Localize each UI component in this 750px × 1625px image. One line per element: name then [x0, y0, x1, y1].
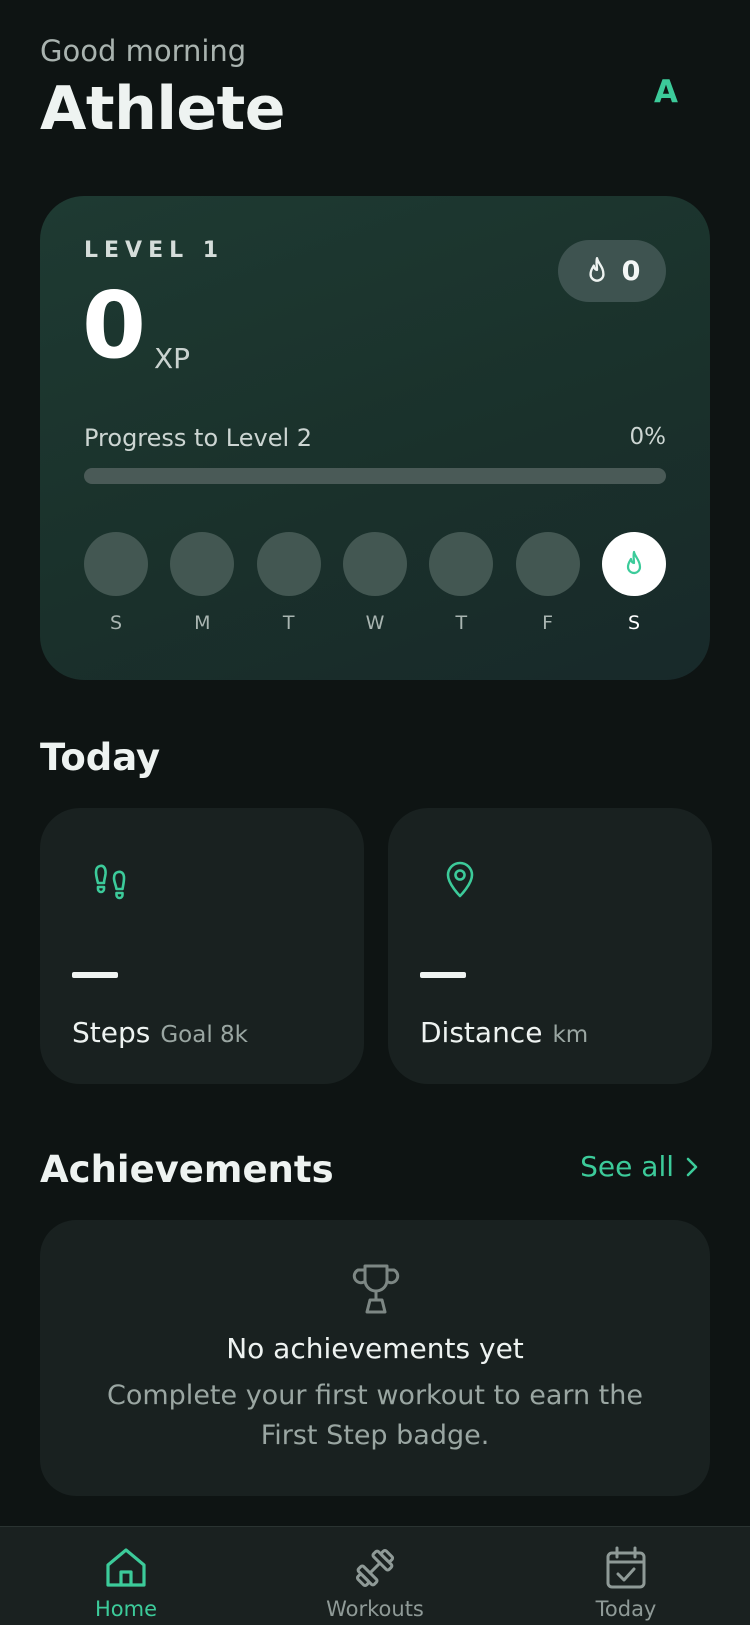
trophy-icon: [352, 1264, 400, 1314]
avatar[interactable]: A: [636, 68, 696, 116]
bottom-tab-bar: Home Workouts Today: [0, 1526, 750, 1625]
day-letter: T: [455, 612, 468, 634]
day-dot: [429, 532, 494, 596]
achievements-section-title: Achievements: [40, 1148, 334, 1191]
steps-card[interactable]: Steps Goal 8k: [40, 808, 364, 1084]
achievements-empty-card: No achievements yet Complete your first …: [40, 1220, 710, 1496]
flame-icon: [588, 256, 605, 282]
day-letter: T: [282, 612, 295, 634]
footsteps-icon: [94, 864, 126, 900]
day-streak-4: T: [429, 532, 494, 634]
achievements-empty-description: Complete your first workout to earn the …: [107, 1380, 643, 1451]
streak-badge[interactable]: 0: [558, 240, 666, 302]
tab-home[interactable]: Home: [26, 1527, 226, 1621]
steps-label: Steps: [72, 1016, 151, 1049]
day-streak-3: W: [342, 532, 407, 634]
xp-value: 0: [82, 272, 147, 379]
day-dot: [170, 532, 235, 596]
dumbbell-icon: [355, 1548, 395, 1588]
level-card: LEVEL 1 0 XP 0 Progress to Level 2 0% S M…: [40, 196, 710, 680]
day-streak-1: M: [170, 532, 235, 634]
chevron-right-icon: [686, 1157, 698, 1176]
distance-card[interactable]: Distance km: [388, 808, 712, 1084]
greeting-text: Good morning: [40, 34, 247, 68]
day-dot: [515, 532, 580, 596]
day-letter: M: [194, 612, 211, 634]
day-letter: S: [109, 612, 123, 634]
progress-bar: [84, 468, 666, 484]
day-dot: [601, 532, 666, 596]
week-streak-row: SMTWTFS: [84, 532, 666, 634]
user-name: Athlete: [40, 74, 285, 144]
distance-unit: km: [552, 1022, 589, 1048]
streak-count: 0: [621, 255, 641, 287]
today-section-title: Today: [40, 736, 161, 779]
distance-label: Distance: [420, 1016, 543, 1049]
xp-unit: XP: [154, 342, 191, 375]
steps-value-empty: [72, 972, 118, 978]
location-pin-icon: [446, 861, 474, 898]
tab-workouts[interactable]: Workouts: [275, 1527, 475, 1621]
distance-value-empty: [420, 972, 466, 978]
tab-today-label: Today: [595, 1597, 657, 1621]
level-label: LEVEL 1: [84, 238, 225, 263]
day-letter: S: [627, 612, 640, 634]
day-dot: [84, 532, 148, 596]
tab-today[interactable]: Today: [526, 1527, 726, 1621]
day-dot: [256, 532, 321, 596]
calendar-check-icon: [606, 1546, 646, 1589]
progress-percent: 0%: [629, 424, 667, 450]
day-streak-0: S: [84, 532, 148, 634]
tab-workouts-label: Workouts: [326, 1597, 424, 1621]
day-streak-2: T: [256, 532, 321, 634]
steps-goal: Goal 8k: [160, 1022, 248, 1048]
day-letter: W: [365, 612, 385, 634]
see-all-link[interactable]: See all: [580, 1150, 700, 1183]
day-dot: [342, 532, 407, 596]
day-streak-6: S: [601, 532, 666, 634]
day-streak-5: F: [515, 532, 580, 634]
see-all-label: See all: [580, 1150, 674, 1183]
achievements-empty-title: No achievements yet: [226, 1332, 524, 1365]
tab-home-label: Home: [94, 1597, 157, 1621]
flame-icon: [626, 550, 642, 575]
progress-label: Progress to Level 2: [84, 424, 313, 452]
home-icon: [106, 1548, 146, 1587]
day-letter: F: [542, 612, 554, 634]
